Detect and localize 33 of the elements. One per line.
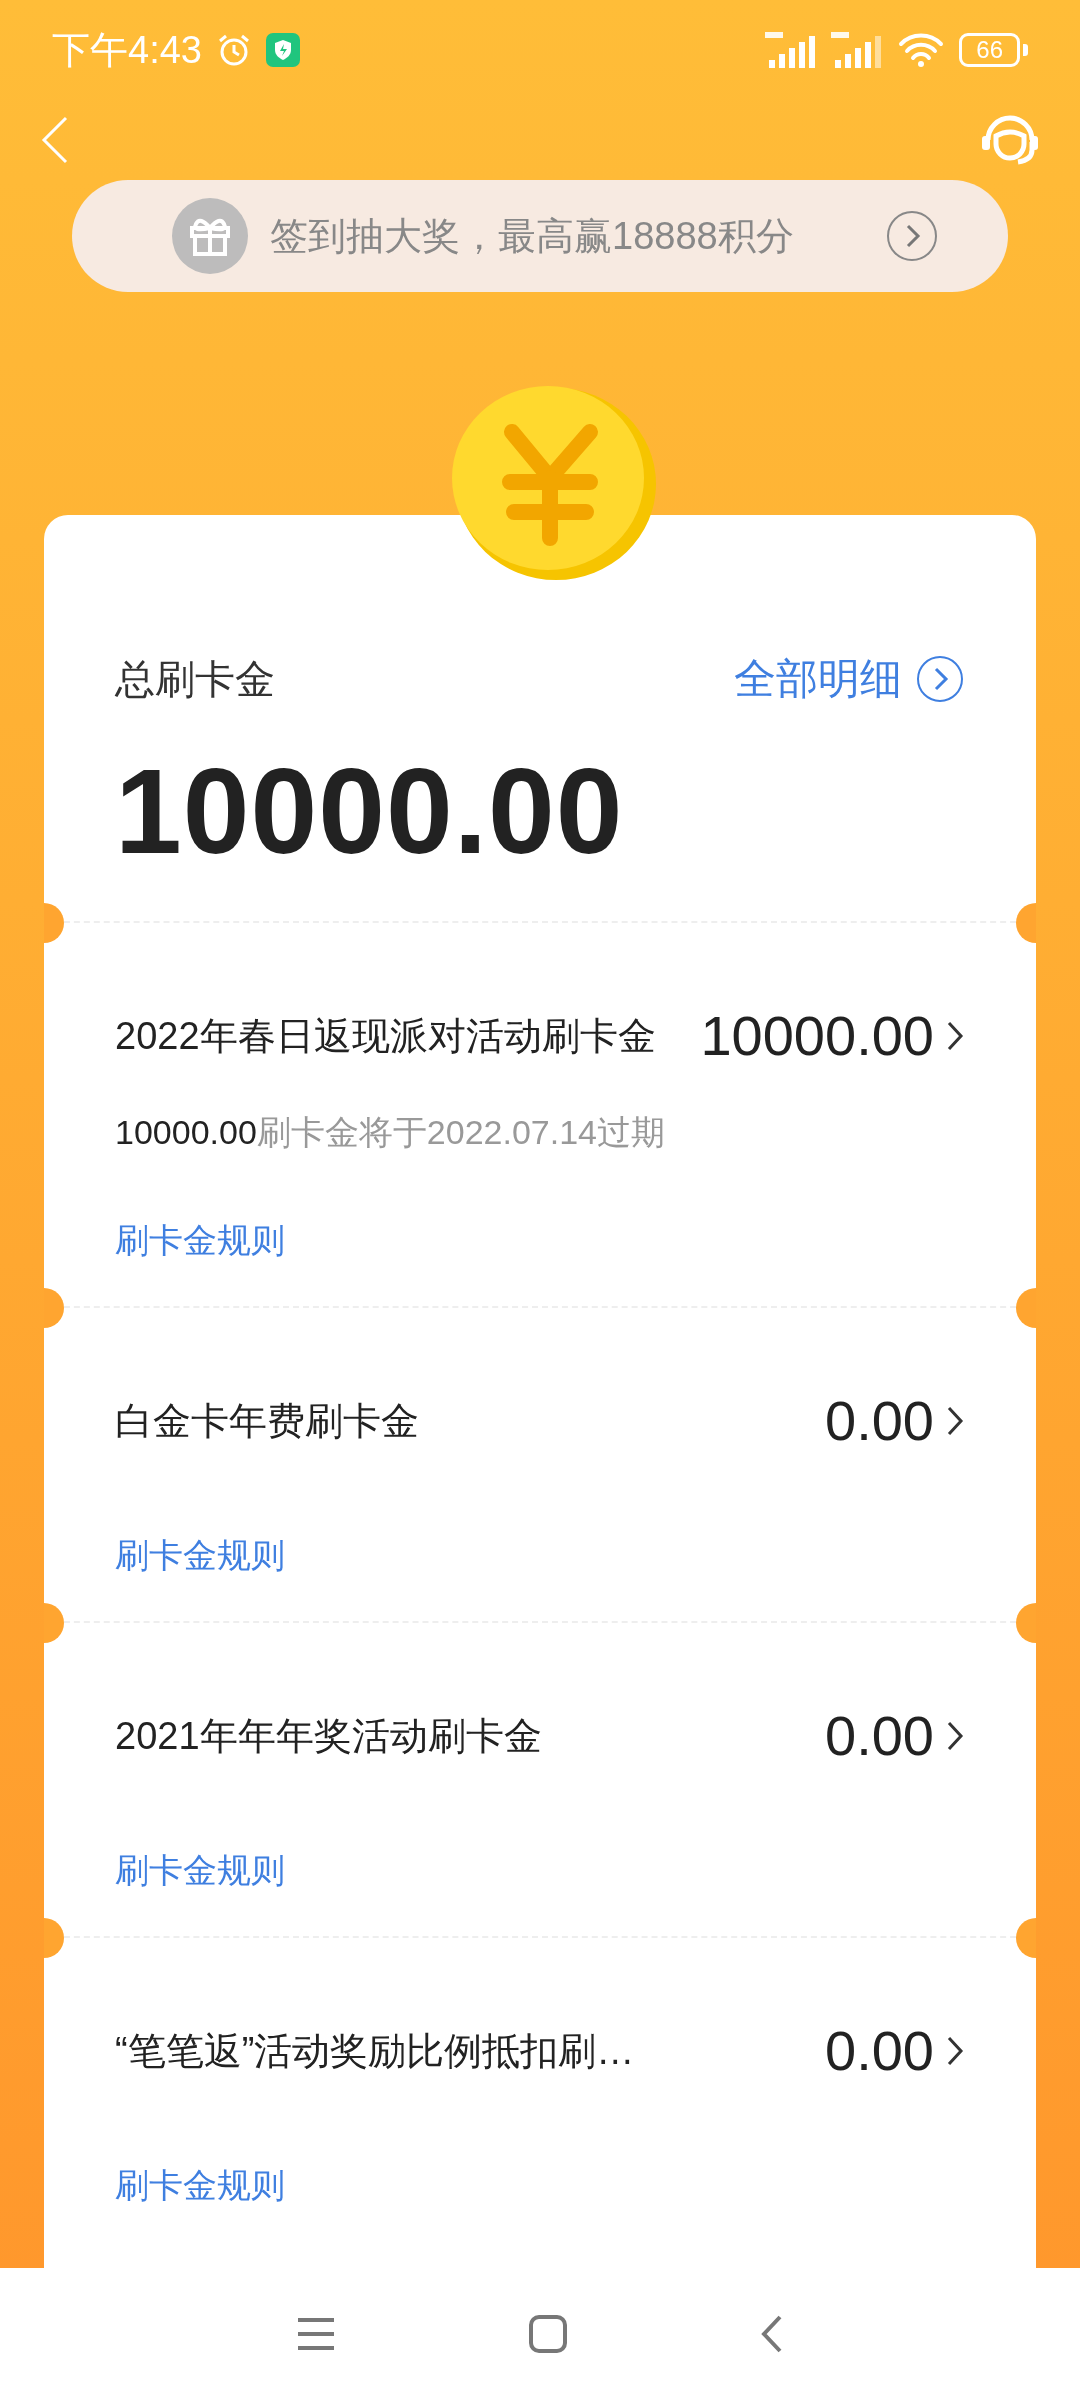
expiry-note: 10000.00刷卡金将于2022.07.14过期 bbox=[115, 1112, 666, 1153]
rules-link[interactable]: 刷卡金规则 bbox=[115, 1218, 285, 1262]
item-amount: 10000.00 bbox=[700, 1003, 934, 1068]
signal-icon bbox=[765, 32, 818, 68]
item-amount: 0.00 bbox=[825, 2018, 934, 2083]
shield-app-icon bbox=[265, 33, 300, 67]
rules-link[interactable]: 刷卡金规则 bbox=[115, 2163, 285, 2207]
item-title: “笔笔返”活动奖励比例抵扣刷… bbox=[115, 2028, 636, 2074]
sign-in-banner[interactable]: 签到抽大奖，最高赢18888积分 bbox=[72, 180, 1008, 292]
chevron-icon bbox=[946, 1019, 964, 1052]
total-label: 总刷卡金 bbox=[115, 656, 275, 703]
item-amount: 0.00 bbox=[825, 1703, 934, 1768]
rules-link[interactable]: 刷卡金规则 bbox=[115, 1533, 285, 1577]
gift-icon bbox=[172, 198, 248, 274]
status-time: 下午4:43 bbox=[52, 27, 202, 73]
wifi-icon bbox=[897, 32, 946, 68]
item-title: 白金卡年费刷卡金 bbox=[115, 1398, 420, 1444]
item-title: 2022年春日返现派对活动刷卡金 bbox=[115, 1013, 657, 1059]
rules-link[interactable]: 刷卡金规则 bbox=[115, 1848, 285, 1892]
chevron-icon bbox=[946, 2034, 964, 2067]
all-details-link[interactable]: 全部明细 bbox=[734, 655, 964, 703]
chevron-circle-icon bbox=[886, 210, 938, 262]
banner-text: 签到抽大奖，最高赢18888积分 bbox=[270, 213, 795, 259]
back-icon[interactable] bbox=[760, 2314, 784, 2354]
item-amount: 0.00 bbox=[825, 1388, 934, 1453]
home-icon[interactable] bbox=[528, 2314, 568, 2354]
total-amount: 10000.00 bbox=[115, 743, 625, 880]
menu-icon[interactable] bbox=[296, 2316, 336, 2352]
chevron-icon bbox=[946, 1404, 964, 1437]
chevron-circle-icon bbox=[916, 655, 964, 703]
chevron-icon bbox=[946, 1719, 964, 1752]
item-title: 2021年年年奖活动刷卡金 bbox=[115, 1713, 543, 1759]
signal-icon bbox=[831, 32, 884, 68]
